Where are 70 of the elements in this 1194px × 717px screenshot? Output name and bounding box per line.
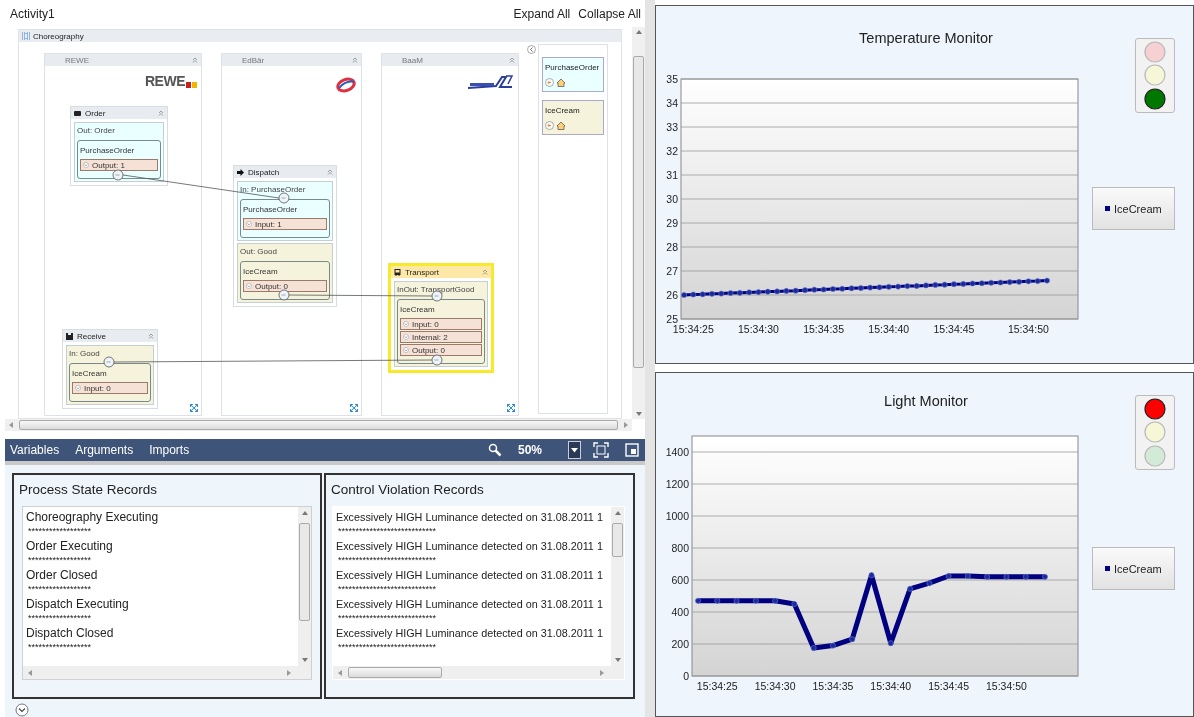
message-label: IceCream — [400, 305, 436, 315]
message-card-title: IceCream — [545, 106, 581, 116]
y-tick-label: 0 — [683, 670, 689, 682]
record-separator: ****************** — [27, 641, 93, 653]
y-tick-label: 33 — [666, 121, 678, 133]
window-title: Activity1 — [10, 6, 55, 21]
y-tick-label: 25 — [666, 313, 678, 325]
y-tick-label: 29 — [666, 217, 678, 229]
activity-title: Order — [85, 108, 106, 118]
activity-title: Transport — [405, 267, 439, 277]
x-tick-label: 15:34:40 — [870, 680, 912, 692]
panel-title: Control Violation Records — [330, 481, 485, 499]
x-tick-label: 15:34:30 — [754, 680, 796, 692]
x-tick-label: 15:34:25 — [672, 323, 714, 335]
x-tick-label: 15:34:25 — [696, 680, 738, 692]
x-tick-label: 15:34:35 — [812, 680, 854, 692]
zoom-level: 50% — [517, 443, 542, 458]
y-tick-label: 26 — [666, 289, 678, 301]
message-label: IceCream — [243, 267, 279, 277]
y-tick-label: 200 — [671, 638, 689, 650]
section-label: Out: Good — [240, 247, 278, 257]
record-separator: **************************** — [337, 554, 438, 566]
y-tick-label: 31 — [666, 169, 678, 181]
lane-logo: REWE — [145, 74, 197, 89]
x-tick-label: 15:34:50 — [986, 680, 1027, 692]
message-card-title: PurchaseOrder — [545, 63, 601, 73]
section-label: In: Good — [69, 349, 101, 359]
legend-label: IceCream — [1114, 562, 1162, 575]
y-tick-label: 1200 — [665, 478, 689, 490]
record-separator: **************************** — [337, 612, 438, 624]
y-tick-label: 28 — [666, 241, 678, 253]
y-tick-label: 30 — [666, 193, 678, 205]
lane-title: REWE — [65, 55, 89, 65]
x-tick-label: 15:34:45 — [928, 680, 970, 692]
y-tick-label: 1400 — [665, 446, 689, 458]
record-separator: **************************** — [337, 583, 438, 595]
frame-title: Choreography — [33, 31, 84, 41]
chart-title: Temperature Monitor — [858, 29, 994, 48]
legend-label: IceCream — [1114, 202, 1162, 215]
x-tick-label: 15:34:40 — [868, 323, 910, 335]
y-tick-label: 400 — [671, 606, 689, 618]
lane-title: BaaM — [402, 55, 423, 65]
message-label: IceCream — [72, 369, 108, 379]
record-separator: ****************** — [27, 554, 93, 566]
record-separator: ****************** — [27, 525, 93, 537]
panel-title: Process State Records — [18, 481, 159, 499]
x-tick-label: 15:34:45 — [933, 323, 975, 335]
x-tick-label: 15:34:30 — [738, 323, 779, 335]
section-label: InOut: TransportGood — [397, 285, 476, 295]
activity-title: Receive — [77, 331, 106, 341]
section-label: Out: Order — [77, 126, 116, 136]
record-separator: **************************** — [337, 525, 438, 537]
x-tick-label: 15:34:50 — [1007, 323, 1049, 335]
y-tick-label: 1000 — [665, 510, 689, 522]
lane-title: EdBär — [242, 55, 265, 65]
record-separator: ****************** — [27, 612, 93, 624]
chart-title: Light Monitor — [883, 392, 969, 411]
y-tick-label: 600 — [671, 574, 689, 586]
y-tick-label: 27 — [666, 265, 678, 277]
y-tick-label: 34 — [666, 97, 678, 109]
section-label: In: PurchaseOrder — [240, 185, 307, 195]
record-separator: ****************** — [27, 583, 93, 595]
y-tick-label: 32 — [666, 145, 678, 157]
activity-title: Dispatch — [248, 167, 280, 177]
y-tick-label: 35 — [666, 73, 678, 85]
x-tick-label: 15:34:35 — [803, 323, 845, 335]
record-separator: **************************** — [337, 641, 438, 653]
message-label: PurchaseOrder — [80, 146, 136, 156]
message-label: PurchaseOrder — [243, 205, 299, 215]
y-tick-label: 800 — [671, 542, 689, 554]
